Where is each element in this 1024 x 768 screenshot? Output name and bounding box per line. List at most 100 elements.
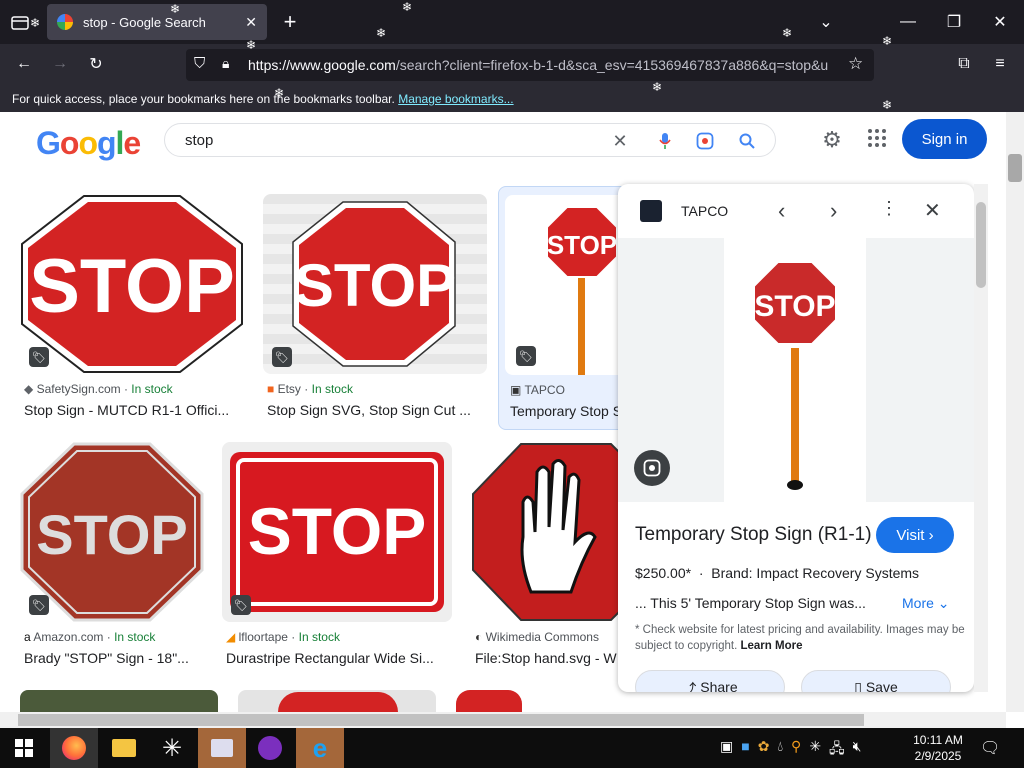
- image-result-4[interactable]: STOP 🏷 a Amazon.com · In stock Brady "ST…: [20, 442, 204, 672]
- vertical-scrollbar[interactable]: [1006, 112, 1024, 712]
- clock-time: 10:11 AM: [913, 733, 963, 747]
- lens-search-icon[interactable]: [634, 450, 670, 486]
- google-favicon-icon: [57, 14, 73, 30]
- close-panel-icon[interactable]: ✕: [924, 198, 941, 223]
- tray-app-icon[interactable]: ▣: [720, 738, 733, 758]
- search-query[interactable]: stop: [185, 132, 213, 149]
- hscroll-thumb[interactable]: [18, 714, 864, 726]
- url-bar[interactable]: ⛉ 🔒︎ https://www.google.com/search?clien…: [186, 49, 874, 81]
- previous-chevron-icon[interactable]: ‹: [778, 198, 785, 224]
- tray-drop-icon[interactable]: 💧︎: [777, 738, 783, 758]
- snowflake-icon: ❄: [274, 86, 285, 100]
- result-title[interactable]: Brady "STOP" Sign - 18"...: [24, 650, 204, 666]
- tray-colorful-icon[interactable]: ✿: [758, 738, 770, 758]
- product-tag-icon: 🏷: [29, 595, 49, 615]
- panel-scrollbar[interactable]: [974, 184, 988, 692]
- url-path: /search?client=firefox-b-1-d&sca_esv=415…: [395, 57, 829, 73]
- sign-in-button[interactable]: Sign in: [902, 119, 987, 159]
- search-box[interactable]: stop ✕: [164, 123, 776, 157]
- document-app-icon[interactable]: [198, 728, 246, 768]
- result-thumbnail-row3-3[interactable]: [456, 690, 536, 712]
- minimize-button[interactable]: —: [896, 10, 920, 34]
- result-title[interactable]: Stop Sign - MUTCD R1-1 Offici...: [24, 402, 244, 418]
- network-icon[interactable]: 🖧︎: [829, 738, 845, 758]
- reload-icon[interactable]: ↻: [84, 52, 108, 76]
- tray-blue-icon[interactable]: ■: [741, 738, 749, 758]
- result-title[interactable]: Temporary Stop S: [510, 403, 628, 419]
- menu-icon[interactable]: ≡: [988, 52, 1012, 76]
- image-result-6[interactable]: ◐ Wikimedia Commons File:Stop hand.svg -…: [471, 442, 621, 672]
- forward-arrow-icon[interactable]: →: [48, 52, 72, 76]
- snowflake-icon: ❄: [882, 34, 893, 48]
- stop-sign-text: STOP: [248, 494, 427, 568]
- clock[interactable]: 10:11 AM 2/9/2025: [906, 732, 970, 764]
- internet-explorer-icon[interactable]: e: [296, 728, 344, 768]
- save-button[interactable]: ▯ Save: [801, 670, 951, 692]
- list-all-tabs-icon[interactable]: ⌄: [814, 10, 838, 34]
- tray-snow-icon[interactable]: ✳: [809, 738, 821, 758]
- result-title[interactable]: File:Stop hand.svg - W: [475, 650, 621, 666]
- maximize-button[interactable]: ❐: [942, 10, 966, 34]
- panel-image[interactable]: STOP: [618, 238, 974, 502]
- tapco-logo: [640, 200, 662, 222]
- google-lens-icon[interactable]: [694, 130, 716, 152]
- snowflake-icon: ❄: [652, 80, 663, 94]
- tab-close-icon[interactable]: ✕: [245, 14, 257, 31]
- copyright-note: * Check website for latest pricing and a…: [635, 624, 965, 652]
- result-title[interactable]: Durastripe Rectangular Wide Si...: [226, 650, 448, 666]
- back-arrow-icon[interactable]: ←: [12, 52, 36, 76]
- volume-muted-icon[interactable]: 🔇︎: [853, 738, 862, 758]
- more-options-icon[interactable]: ⋮: [880, 198, 898, 219]
- image-result-3[interactable]: STOP 🏷 ▣ TAPCO Temporary Stop S: [498, 186, 629, 430]
- snowflake-icon: ❄: [782, 26, 793, 40]
- firefox-icon[interactable]: [50, 728, 98, 768]
- scroll-thumb[interactable]: [1008, 154, 1022, 182]
- learn-more-link[interactable]: Learn More: [740, 640, 802, 652]
- visit-button[interactable]: Visit ›: [876, 517, 954, 553]
- result-thumbnail[interactable]: STOP: [263, 194, 487, 374]
- microphone-icon[interactable]: [654, 130, 676, 152]
- settings-gear-icon[interactable]: ⚙: [820, 127, 844, 152]
- bookmark-star-icon[interactable]: ☆: [848, 54, 863, 74]
- result-thumbnail-row3-1[interactable]: [20, 690, 218, 712]
- apps-grid-icon[interactable]: [866, 127, 890, 151]
- result-thumbnail-row3-2[interactable]: [238, 690, 436, 712]
- result-thumbnail[interactable]: [471, 442, 621, 622]
- search-icon[interactable]: [736, 130, 758, 152]
- shield-icon[interactable]: ⛉: [194, 55, 205, 72]
- google-logo[interactable]: Google: [36, 125, 141, 162]
- result-title[interactable]: Stop Sign SVG, Stop Sign Cut ...: [267, 402, 487, 418]
- file-explorer-icon[interactable]: [100, 728, 148, 768]
- starburst-app-icon[interactable]: ✳: [148, 728, 196, 768]
- result-thumbnail[interactable]: STOP: [222, 442, 452, 622]
- next-chevron-icon[interactable]: ›: [830, 198, 837, 224]
- new-tab-button[interactable]: +: [278, 9, 302, 34]
- image-result-5[interactable]: STOP 🏷 ◢ lfloortape · In stock Durastrip…: [222, 442, 452, 672]
- tab-list-icon[interactable]: [8, 12, 32, 32]
- horizontal-scrollbar[interactable]: [0, 712, 1006, 728]
- snowflake-icon: ❄: [402, 0, 413, 14]
- panel-source[interactable]: TAPCO: [681, 203, 728, 219]
- more-button[interactable]: More ⌄: [902, 595, 950, 612]
- notifications-icon[interactable]: 🗨︎: [980, 738, 1004, 758]
- clock-date: 2/9/2025: [914, 749, 962, 763]
- panel-title: Temporary Stop Sign (R1-1): [635, 524, 872, 545]
- result-thumbnail[interactable]: STOP: [20, 194, 244, 374]
- panel-header: TAPCO ‹ › ⋮ ✕: [618, 184, 974, 236]
- result-source: ■ Etsy · In stock: [267, 382, 353, 396]
- image-result-1[interactable]: STOP 🏷 ◆ SafetySign.com · In stock Stop …: [20, 192, 244, 422]
- manage-bookmarks-link[interactable]: Manage bookmarks...: [398, 92, 513, 106]
- system-tray: ▣ ■ ✿ 💧︎ ⚲ ✳ 🖧︎ 🔇︎: [720, 738, 900, 758]
- extensions-icon[interactable]: ⧉: [952, 52, 976, 76]
- mask-app-icon[interactable]: [246, 728, 294, 768]
- product-tag-icon: 🏷: [29, 347, 49, 367]
- share-button[interactable]: ⤴ Share: [635, 670, 785, 692]
- close-window-button[interactable]: ✕: [988, 10, 1012, 34]
- lock-icon[interactable]: 🔒︎: [222, 55, 229, 72]
- start-button[interactable]: [0, 728, 48, 768]
- tray-search-icon[interactable]: ⚲: [791, 738, 801, 758]
- clear-search-icon[interactable]: ✕: [609, 130, 631, 152]
- image-result-2[interactable]: STOP 🏷 ■ Etsy · In stock Stop Sign SVG, …: [263, 192, 487, 422]
- stop-sign-text: STOP: [754, 290, 835, 323]
- tab-active[interactable]: stop - Google Search ✕: [47, 4, 267, 40]
